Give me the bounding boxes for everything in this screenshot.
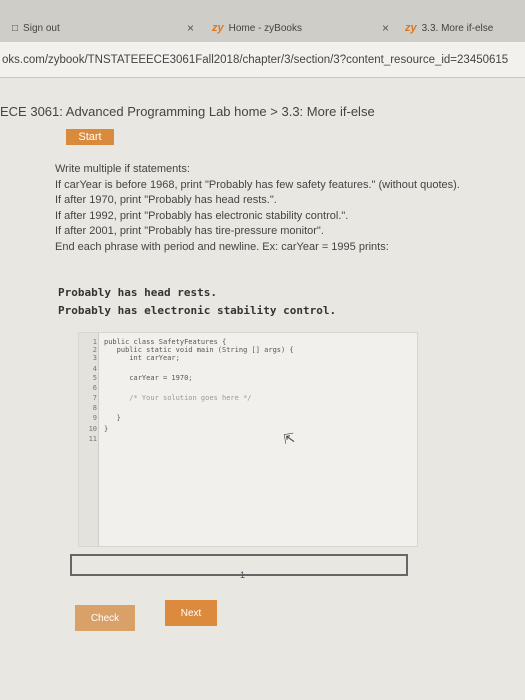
tab-home-zybooks[interactable]: zy Home - zyBooks × <box>212 14 407 42</box>
instruction-line: Write multiple if statements: <box>55 163 190 175</box>
line-number: 7 <box>92 394 97 402</box>
test-progress-bar <box>70 554 408 576</box>
line-number: 1 <box>92 338 97 346</box>
line-number: 4 <box>92 365 97 373</box>
address-bar[interactable]: oks.com/zybook/TNSTATEEECE3061Fall2018/c… <box>0 42 525 78</box>
instruction-line: If after 2001, print "Probably has tire-… <box>55 225 324 237</box>
next-button[interactable]: Next <box>165 600 217 626</box>
close-tab-icon[interactable]: × <box>382 21 389 35</box>
zybooks-page: ECE 3061: Advanced Programming Lab home … <box>0 78 525 700</box>
tab-title: Sign out <box>23 22 60 34</box>
url-text: oks.com/zybook/TNSTATEEECE3061Fall2018/c… <box>2 53 509 66</box>
instruction-line: If after 1992, print "Probably has elect… <box>55 209 349 222</box>
line-number: 6 <box>92 384 97 392</box>
zybooks-logo-icon: zy <box>405 22 417 34</box>
check-button[interactable]: Check <box>75 605 135 631</box>
mouse-pointer-icon: ⇱ <box>282 430 297 447</box>
instruction-line: If after 1970, print "Probably has head … <box>55 194 277 206</box>
challenge-instructions: Write multiple if statements: If carYear… <box>55 162 520 255</box>
zybooks-logo-icon: zy <box>212 22 224 34</box>
code-line: public static void main (String [] args)… <box>104 346 294 354</box>
line-number: 2 <box>92 346 97 354</box>
expected-output: Probably has head rests. Probably has el… <box>58 284 336 320</box>
line-number: 11 <box>88 435 97 443</box>
tab-title: Home - zyBooks <box>228 22 302 34</box>
line-number: 3 <box>92 354 97 362</box>
breadcrumb[interactable]: ECE 3061: Advanced Programming Lab home … <box>0 104 375 119</box>
test-number: 1 <box>240 570 246 580</box>
tab-sign-out[interactable]: □ Sign out × <box>12 14 212 42</box>
output-line: Probably has head rests. <box>58 286 217 299</box>
tab-title: 3.3. More if-else <box>421 22 494 34</box>
line-number: 10 <box>88 425 97 433</box>
document-icon: □ <box>12 22 19 34</box>
instruction-line: If carYear is before 1968, print "Probab… <box>55 178 460 191</box>
code-line: carYear = 1970; <box>104 374 193 382</box>
code-line: public class SafetyFeatures { <box>104 338 227 346</box>
start-button[interactable]: Start <box>66 129 114 145</box>
line-number: 8 <box>92 404 97 412</box>
close-tab-icon[interactable]: × <box>187 21 194 35</box>
code-editor[interactable]: 1 2 3 4 5 6 7 8 9 10 11 public class Saf… <box>78 332 418 547</box>
code-line: } <box>104 414 121 422</box>
output-line: Probably has electronic stability contro… <box>58 304 337 317</box>
code-line: int carYear; <box>104 354 180 362</box>
line-number: 5 <box>92 374 97 382</box>
tab-more-if-else[interactable]: zy 3.3. More if-else <box>405 14 525 42</box>
instruction-line: End each phrase with period and newline.… <box>55 240 389 253</box>
code-line: } <box>104 425 109 433</box>
browser-tab-bar: □ Sign out × zy Home - zyBooks × zy 3.3.… <box>0 0 525 42</box>
code-comment: /* Your solution goes here */ <box>104 394 252 402</box>
line-number: 9 <box>92 414 97 422</box>
